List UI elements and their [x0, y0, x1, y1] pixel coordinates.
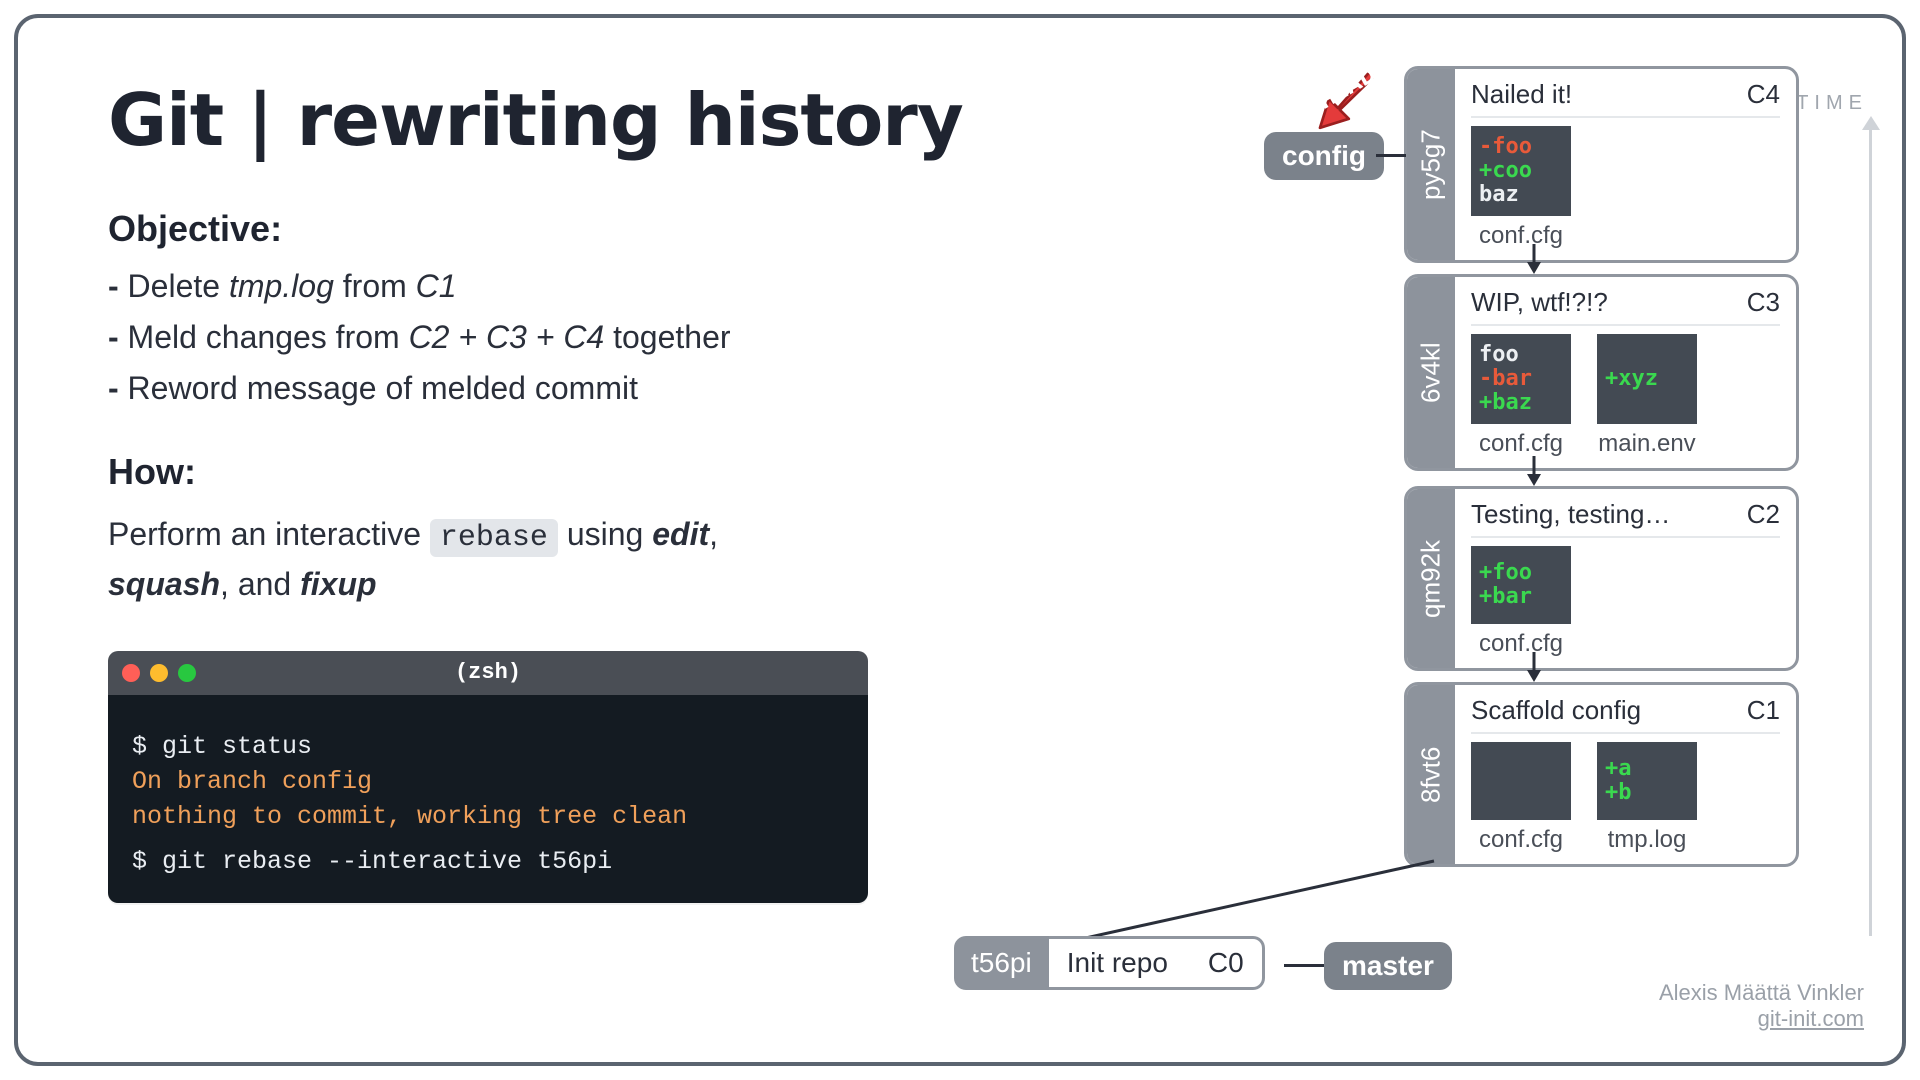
diff-box: +xyz [1597, 334, 1697, 424]
commit-message: Testing, testing… [1471, 499, 1670, 530]
terminal-title: (zsh) [108, 660, 868, 685]
code-rebase: rebase [430, 519, 558, 557]
branch-config: config [1264, 132, 1384, 180]
commit-c3: 6v4kl WIP, wtf!?!? C3 foo-bar+baz conf.cfg… [1404, 274, 1799, 471]
commit-c4: py5g7 Nailed it! C4 -foo+coo baz conf.cfg [1404, 66, 1799, 263]
commit-id: C3 [1747, 287, 1780, 318]
commit-id: C4 [1747, 79, 1780, 110]
commit-c0: t56pi Init repo C0 [954, 936, 1265, 990]
connector [1376, 154, 1406, 157]
arrow-down-icon [1524, 652, 1544, 682]
commit-message: WIP, wtf!?!? [1471, 287, 1608, 318]
terminal-line: On branch config [132, 764, 844, 799]
commit-hash: 8fvt6 [1407, 685, 1455, 864]
credit-link: git-init.com [1659, 1006, 1864, 1032]
file-label: conf.cfg [1479, 222, 1563, 250]
credit: Alexis Määttä Vinkler git-init.com [1659, 980, 1864, 1032]
commit-message: Scaffold config [1471, 695, 1641, 726]
diff-box: +a+b [1597, 742, 1697, 820]
arrow-down-icon [1524, 456, 1544, 486]
file-label: conf.cfg [1479, 630, 1563, 658]
terminal-line: $ git status [132, 729, 844, 764]
commit-graph: TIME py5g7 Nailed it!C4 -foo+coo baz con… [1234, 66, 1854, 1046]
commit-message: Init repo [1067, 947, 1168, 979]
commit-hash: 6v4kl [1407, 277, 1455, 468]
terminal-titlebar: (zsh) [108, 651, 868, 695]
commit-hash: qm92k [1407, 489, 1455, 668]
file-label: tmp.log [1608, 826, 1687, 854]
how-text: Perform an interactive rebase using edit… [108, 511, 828, 607]
commit-message: Nailed it! [1471, 79, 1572, 110]
terminal-line: nothing to commit, working tree clean [132, 799, 844, 834]
terminal: (zsh) $ git status On branch config noth… [108, 651, 868, 903]
diff-box: foo-bar+baz [1471, 334, 1571, 424]
time-axis [1869, 120, 1872, 936]
diff-box [1471, 742, 1571, 820]
terminal-body: $ git status On branch config nothing to… [108, 695, 868, 903]
file-label: main.env [1598, 430, 1695, 458]
head-arrow-icon: HEAD [1284, 62, 1374, 136]
commit-c2: qm92k Testing, testing… C2 +foo+bar conf.c… [1404, 486, 1799, 671]
commit-id: C1 [1747, 695, 1780, 726]
commit-c1: 8fvt6 Scaffold config C1 conf.cfg +a+b tmp… [1404, 682, 1799, 867]
time-label: TIME [1796, 92, 1868, 115]
commit-hash: py5g7 [1407, 69, 1455, 260]
diff-box: -foo+coo baz [1471, 126, 1571, 216]
commit-id: C2 [1747, 499, 1780, 530]
terminal-line: $ git rebase --interactive t56pi [132, 844, 844, 879]
branch-master: master [1324, 942, 1452, 990]
arrow-down-icon [1524, 244, 1544, 274]
diff-box: +foo+bar [1471, 546, 1571, 624]
file-label: conf.cfg [1479, 826, 1563, 854]
credit-name: Alexis Määttä Vinkler [1659, 980, 1864, 1005]
connector [1284, 964, 1324, 967]
commit-hash: t56pi [954, 936, 1049, 990]
commit-id: C0 [1208, 947, 1244, 979]
file-label: conf.cfg [1479, 430, 1563, 458]
